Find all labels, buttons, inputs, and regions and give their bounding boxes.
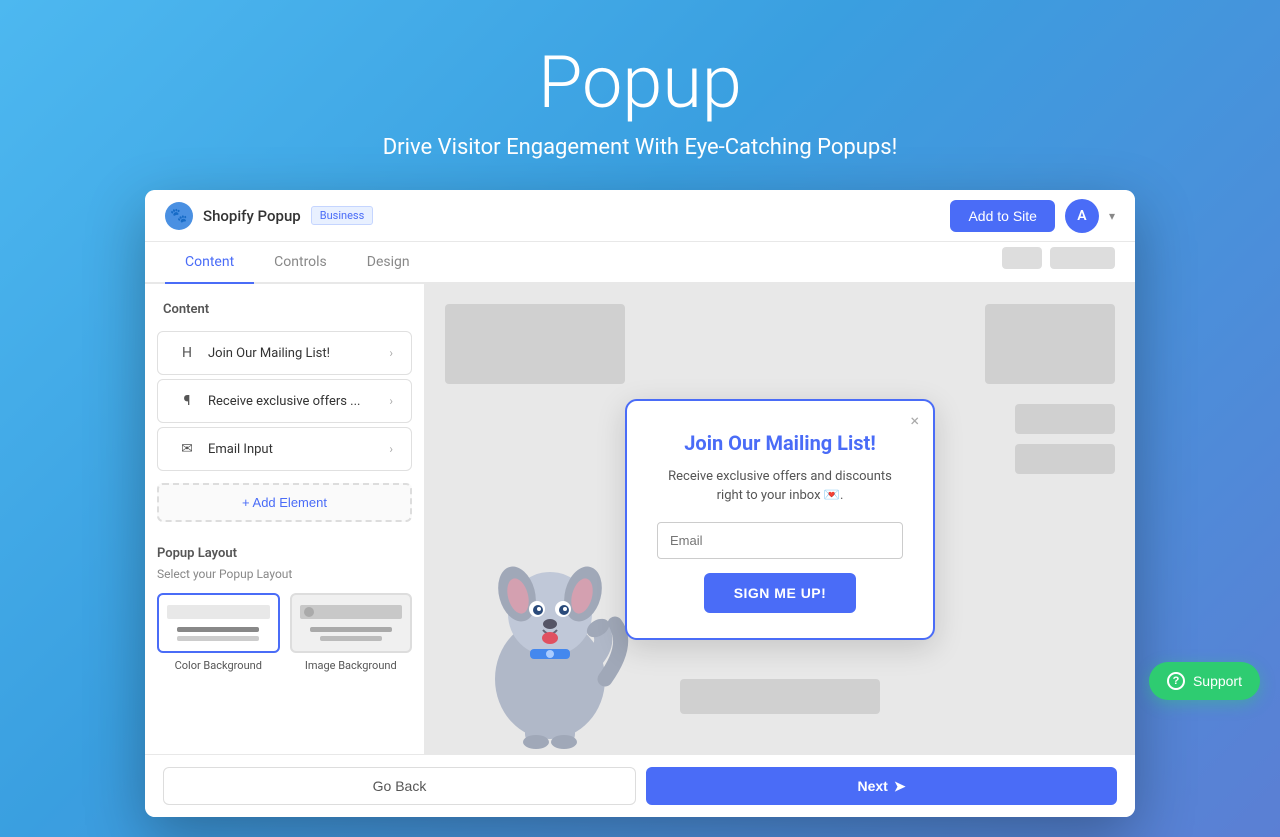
popup-submit-button[interactable]: SIGN ME UP! [704,573,857,613]
sidebar-email-label: Email Input [208,442,389,457]
add-element-button[interactable]: + Add Element [157,483,412,522]
sidebar-content-label: Content [145,284,424,327]
app-window: 🐾 Shopify Popup Business Add to Site A ▾… [145,190,1135,817]
color-bg-preview [157,593,280,653]
bg-block-5 [680,679,880,714]
hero-section: Popup Drive Visitor Engagement With Eye-… [363,0,918,190]
popup-layout-subtitle: Select your Popup Layout [157,567,412,581]
tab-action-wide[interactable] [1050,247,1115,269]
image-preview-bar-1 [310,627,392,632]
next-button[interactable]: Next ➤ [646,767,1117,805]
email-chevron-icon: › [389,442,393,456]
add-to-site-button[interactable]: Add to Site [950,200,1055,232]
go-back-button[interactable]: Go Back [163,767,636,805]
tab-controls[interactable]: Controls [254,242,347,284]
preview-area: × Join Our Mailing List! Receive exclusi… [425,284,1135,754]
bg-block-3 [1015,404,1115,434]
app-name: Shopify Popup [203,207,301,225]
tabs-bar: Content Controls Design [145,242,1135,284]
image-preview-bar-2 [320,636,382,641]
sidebar: Content H Join Our Mailing List! › ¶ Rec… [145,284,425,754]
app-logo: 🐾 [165,202,193,230]
layout-image-background[interactable]: Image Background [290,593,413,672]
next-arrow-icon: ➤ [894,778,906,795]
chevron-down-icon[interactable]: ▾ [1109,209,1115,223]
email-icon: ✉ [176,438,198,460]
top-bar: 🐾 Shopify Popup Business Add to Site A ▾ [145,190,1135,242]
image-bg-label: Image Background [290,659,413,672]
top-bar-right: Add to Site A ▾ [950,199,1115,233]
popup-title: Join Our Mailing List! [657,431,903,455]
top-bar-left: 🐾 Shopify Popup Business [165,202,373,230]
popup-description: Receive exclusive offers and discounts r… [657,467,903,506]
popup-close-icon[interactable]: × [910,411,919,430]
color-bg-label: Color Background [157,659,280,672]
layout-color-background[interactable]: Color Background [157,593,280,672]
popup-modal: × Join Our Mailing List! Receive exclusi… [625,399,935,640]
sidebar-item-paragraph[interactable]: ¶ Receive exclusive offers ... › [157,379,412,423]
preview-bar-2 [177,636,259,641]
tab-design[interactable]: Design [347,242,430,284]
support-label: Support [1193,673,1242,689]
tab-action-small[interactable] [1002,247,1042,269]
tab-content[interactable]: Content [165,242,254,284]
next-label: Next [857,778,887,794]
popup-layout-title: Popup Layout [157,546,412,561]
popup-email-input[interactable] [657,522,903,559]
business-badge: Business [311,206,374,225]
avatar-button[interactable]: A [1065,199,1099,233]
heading-icon: H [176,342,198,364]
bg-block-2 [985,304,1115,384]
support-button[interactable]: ? Support [1149,662,1260,700]
bg-block-4 [1015,444,1115,474]
heading-chevron-icon: › [389,346,393,360]
paragraph-chevron-icon: › [389,394,393,408]
sidebar-item-heading[interactable]: H Join Our Mailing List! › [157,331,412,375]
bg-block-1 [445,304,625,384]
tab-actions [430,242,1115,282]
hero-subtitle: Drive Visitor Engagement With Eye-Catchi… [383,135,898,160]
preview-bar-1 [177,627,259,632]
sidebar-heading-label: Join Our Mailing List! [208,346,389,361]
hero-title: Popup [383,40,898,125]
logo-letter: 🐾 [170,208,187,224]
support-circle-icon: ? [1167,672,1185,690]
sidebar-paragraph-label: Receive exclusive offers ... [208,394,389,409]
sidebar-item-email[interactable]: ✉ Email Input › [157,427,412,471]
paragraph-icon: ¶ [176,390,198,412]
main-content: Content H Join Our Mailing List! › ¶ Rec… [145,284,1135,754]
bottom-bar: Go Back Next ➤ [145,754,1135,817]
layout-options: Color Background Image Background [157,593,412,672]
image-bg-preview [290,593,413,653]
popup-layout-section: Popup Layout Select your Popup Layout Co… [145,534,424,684]
